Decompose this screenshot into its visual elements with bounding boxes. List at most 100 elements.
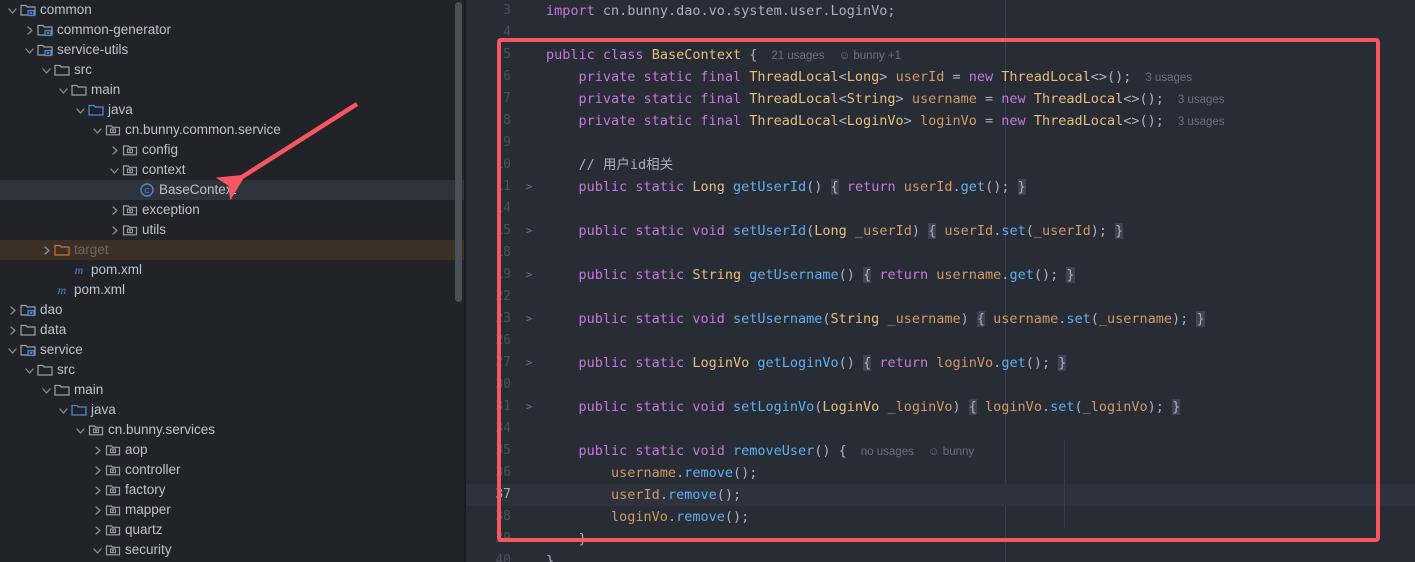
chevron-right-icon[interactable]	[91, 464, 104, 477]
tree-item-main[interactable]: main	[0, 380, 466, 400]
line-number[interactable]: 31	[466, 396, 520, 418]
fold-toggle-icon[interactable]: >	[520, 176, 538, 198]
sidebar-scrollbar-thumb[interactable]	[455, 2, 462, 302]
line-number[interactable]: 23	[466, 308, 520, 330]
tree-item-quartz[interactable]: quartz	[0, 520, 466, 540]
chevron-right-icon[interactable]	[108, 204, 121, 217]
code-line[interactable]: 31 > public static void setLoginVo(LoginV…	[466, 396, 1415, 418]
line-number[interactable]: 10	[466, 154, 520, 176]
tree-item-utils[interactable]: utils	[0, 220, 466, 240]
line-number[interactable]: 40	[466, 550, 520, 562]
line-number[interactable]: 38	[466, 506, 520, 528]
project-tree-list[interactable]: common common-generator service-utils src ma…	[0, 0, 466, 560]
tree-item-java[interactable]: java	[0, 400, 466, 420]
chevron-right-icon[interactable]	[40, 244, 53, 257]
line-number[interactable]: 36	[466, 462, 520, 484]
code-line[interactable]: 6 private static final ThreadLocal<Long>…	[466, 66, 1415, 88]
code-line[interactable]: 11 > public static Long getUserId() { ret…	[466, 176, 1415, 198]
code-line[interactable]: 40}	[466, 550, 1415, 562]
chevron-right-icon[interactable]	[91, 444, 104, 457]
chevron-down-icon[interactable]	[40, 384, 53, 397]
chevron-right-icon[interactable]	[108, 144, 121, 157]
tree-item-data[interactable]: data	[0, 320, 466, 340]
tree-item-src[interactable]: src	[0, 60, 466, 80]
tree-item-config[interactable]: config	[0, 140, 466, 160]
tree-item-common[interactable]: common	[0, 0, 466, 20]
tree-item-exception[interactable]: exception	[0, 200, 466, 220]
chevron-right-icon[interactable]	[91, 524, 104, 537]
chevron-right-icon[interactable]	[108, 224, 121, 237]
tree-item-pom-xml[interactable]: m pom.xml	[0, 280, 466, 300]
line-number[interactable]: 19	[466, 264, 520, 286]
chevron-right-icon[interactable]	[91, 484, 104, 497]
fold-toggle-icon[interactable]: >	[520, 396, 538, 418]
line-number[interactable]: 15	[466, 220, 520, 242]
tree-item-controller[interactable]: controller	[0, 460, 466, 480]
chevron-down-icon[interactable]	[57, 84, 70, 97]
line-number[interactable]: 34	[466, 418, 520, 440]
code-line[interactable]: 3 import cn.bunny.dao.vo.system.user.Logi…	[466, 0, 1415, 22]
tree-item-aop[interactable]: aop	[0, 440, 466, 460]
code-line[interactable]: 18	[466, 242, 1415, 264]
code-line[interactable]: 7 private static final ThreadLocal<Strin…	[466, 88, 1415, 110]
chevron-right-icon[interactable]	[91, 504, 104, 517]
chevron-down-icon[interactable]	[91, 124, 104, 137]
tree-item-cn-bunny-services[interactable]: cn.bunny.services	[0, 420, 466, 440]
line-number[interactable]: 4	[466, 22, 520, 44]
code-line[interactable]: 37 userId.remove();	[466, 484, 1415, 506]
code-line[interactable]: 35 public static void removeUser() {no u…	[466, 440, 1415, 462]
code-line[interactable]: 36 username.remove();	[466, 462, 1415, 484]
chevron-down-icon[interactable]	[23, 44, 36, 57]
code-lines[interactable]: 3 import cn.bunny.dao.vo.system.user.Logi…	[466, 0, 1415, 562]
fold-toggle-icon[interactable]: >	[520, 308, 538, 330]
chevron-down-icon[interactable]	[57, 404, 70, 417]
line-number[interactable]: 22	[466, 286, 520, 308]
line-number[interactable]: 26	[466, 330, 520, 352]
code-line[interactable]: 34	[466, 418, 1415, 440]
code-line[interactable]: 22	[466, 286, 1415, 308]
code-editor[interactable]: 3 import cn.bunny.dao.vo.system.user.Logi…	[466, 0, 1415, 562]
tree-item-basecontext[interactable]: C BaseContext	[0, 180, 466, 200]
chevron-down-icon[interactable]	[74, 104, 87, 117]
chevron-right-icon[interactable]	[23, 24, 36, 37]
tree-item-src[interactable]: src	[0, 360, 466, 380]
code-line[interactable]: 9	[466, 132, 1415, 154]
code-line[interactable]: 39 }	[466, 528, 1415, 550]
fold-toggle-icon[interactable]: >	[520, 352, 538, 374]
chevron-down-icon[interactable]	[6, 344, 19, 357]
line-number[interactable]: 5	[466, 44, 520, 66]
chevron-down-icon[interactable]	[40, 64, 53, 77]
code-line[interactable]: 23 > public static void setUsername(Strin…	[466, 308, 1415, 330]
code-line[interactable]: 19 > public static String getUsername() {…	[466, 264, 1415, 286]
line-number[interactable]: 35	[466, 440, 520, 462]
chevron-right-icon[interactable]	[6, 304, 19, 317]
line-number[interactable]: 14	[466, 198, 520, 220]
code-line[interactable]: 10 // 用户id相关	[466, 154, 1415, 176]
fold-toggle-icon[interactable]: >	[520, 220, 538, 242]
code-line[interactable]: 38 loginVo.remove();	[466, 506, 1415, 528]
code-line[interactable]: 4	[466, 22, 1415, 44]
line-number[interactable]: 30	[466, 374, 520, 396]
tree-item-java[interactable]: java	[0, 100, 466, 120]
chevron-right-icon[interactable]	[6, 324, 19, 337]
line-number[interactable]: 18	[466, 242, 520, 264]
line-number[interactable]: 27	[466, 352, 520, 374]
line-number[interactable]: 37	[466, 484, 520, 506]
tree-item-cn-bunny-common-service[interactable]: cn.bunny.common.service	[0, 120, 466, 140]
code-line[interactable]: 8 private static final ThreadLocal<Login…	[466, 110, 1415, 132]
tree-item-common-generator[interactable]: common-generator	[0, 20, 466, 40]
code-line[interactable]: 14	[466, 198, 1415, 220]
tree-item-service[interactable]: service	[0, 340, 466, 360]
tree-item-pom-xml[interactable]: m pom.xml	[0, 260, 466, 280]
tree-item-main[interactable]: main	[0, 80, 466, 100]
line-number[interactable]: 8	[466, 110, 520, 132]
chevron-down-icon[interactable]	[91, 544, 104, 557]
code-line[interactable]: 27 > public static LoginVo getLoginVo() {…	[466, 352, 1415, 374]
tree-item-security[interactable]: security	[0, 540, 466, 560]
chevron-down-icon[interactable]	[23, 364, 36, 377]
tree-item-target[interactable]: target	[0, 240, 466, 260]
code-line[interactable]: 5 public class BaseContext {21 usages ☺ bu…	[466, 44, 1415, 66]
project-tree-panel[interactable]: common common-generator service-utils src ma…	[0, 0, 466, 562]
code-line[interactable]: 30	[466, 374, 1415, 396]
tree-item-factory[interactable]: factory	[0, 480, 466, 500]
